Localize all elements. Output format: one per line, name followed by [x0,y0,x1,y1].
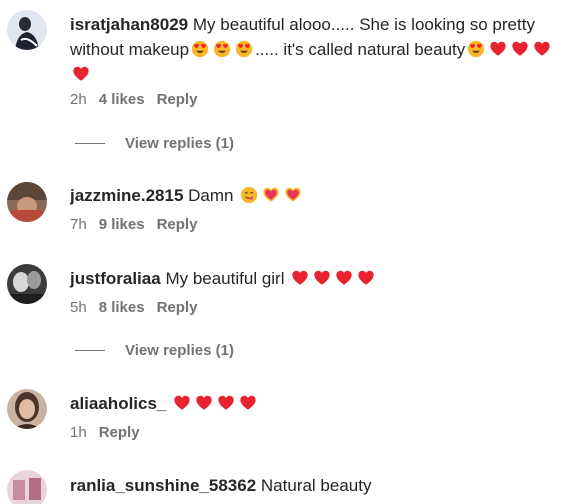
view-replies-label: View replies (1) [125,135,234,152]
comment-text: Natural beauty [260,476,372,495]
avatar-image [7,10,47,50]
comment-body: aliaaholics_ [70,391,556,416]
heart-eyes-icon [467,40,485,58]
red-heart-icon [335,269,353,287]
comment-body: jazzmine.2815 Damn [70,183,556,208]
avatar[interactable] [7,264,47,304]
comment-text: Damn [188,186,234,205]
comment-username[interactable]: ranlia_sunshine_58362 [70,476,256,495]
avatar-image [7,264,47,304]
comment-username[interactable]: isratjahan8029 [70,15,188,34]
heart-eyes-icon [235,40,253,58]
avatar[interactable] [7,10,47,50]
comment-username[interactable]: aliaaholics_ [70,394,166,413]
avatar[interactable] [7,182,47,222]
avatar[interactable] [7,389,47,429]
red-heart-icon [511,40,529,58]
red-heart-icon [239,394,257,412]
reply-button[interactable]: Reply [99,424,140,441]
comment-body: ranlia_sunshine_58362 Natural beauty [70,473,556,498]
view-replies-button[interactable]: View replies (1) [75,342,234,359]
red-heart-icon [217,394,235,412]
view-replies-button[interactable]: View replies (1) [75,135,234,152]
red-heart-icon [195,394,213,412]
divider-line [75,143,105,144]
red-heart-icon [357,269,375,287]
likes-count[interactable]: 8 likes [99,299,145,316]
reply-button[interactable]: Reply [157,216,198,233]
divider-line [75,350,105,351]
comment-username[interactable]: justforaliaa [70,269,161,288]
comment-text-continued: ..... it's called natural beauty [255,40,466,59]
heart-ribbon-icon [284,186,302,204]
comment-meta: 1h Reply [70,424,140,441]
comment-time: 7h [70,216,87,233]
comment-time: 1h [70,424,87,441]
red-heart-icon [291,269,309,287]
comment-body: justforaliaa My beautiful girl [70,266,556,291]
yum-face-icon [240,186,258,204]
reply-button[interactable]: Reply [157,299,198,316]
avatar-image [7,389,47,429]
heart-eyes-icon [191,40,209,58]
comment-meta: 7h 9 likes Reply [70,216,197,233]
avatar-image [7,182,47,222]
red-heart-icon [173,394,191,412]
heart-ribbon-icon [262,186,280,204]
avatar[interactable] [7,470,47,504]
avatar-image [7,470,47,504]
comment-username[interactable]: jazzmine.2815 [70,186,183,205]
comment-time: 5h [70,299,87,316]
comment-meta: 5h 8 likes Reply [70,299,197,316]
heart-eyes-icon [213,40,231,58]
comment-text: My beautiful girl [165,269,285,288]
comment-meta: 2h 4 likes Reply [70,91,197,108]
red-heart-icon [533,40,551,58]
reply-button[interactable]: Reply [157,91,198,108]
comment-time: 2h [70,91,87,108]
red-heart-icon [72,65,90,83]
red-heart-icon [313,269,331,287]
view-replies-label: View replies (1) [125,342,234,359]
comment-body: isratjahan8029 My beautiful alooo..... S… [70,12,556,87]
red-heart-icon [489,40,507,58]
likes-count[interactable]: 4 likes [99,91,145,108]
likes-count[interactable]: 9 likes [99,216,145,233]
